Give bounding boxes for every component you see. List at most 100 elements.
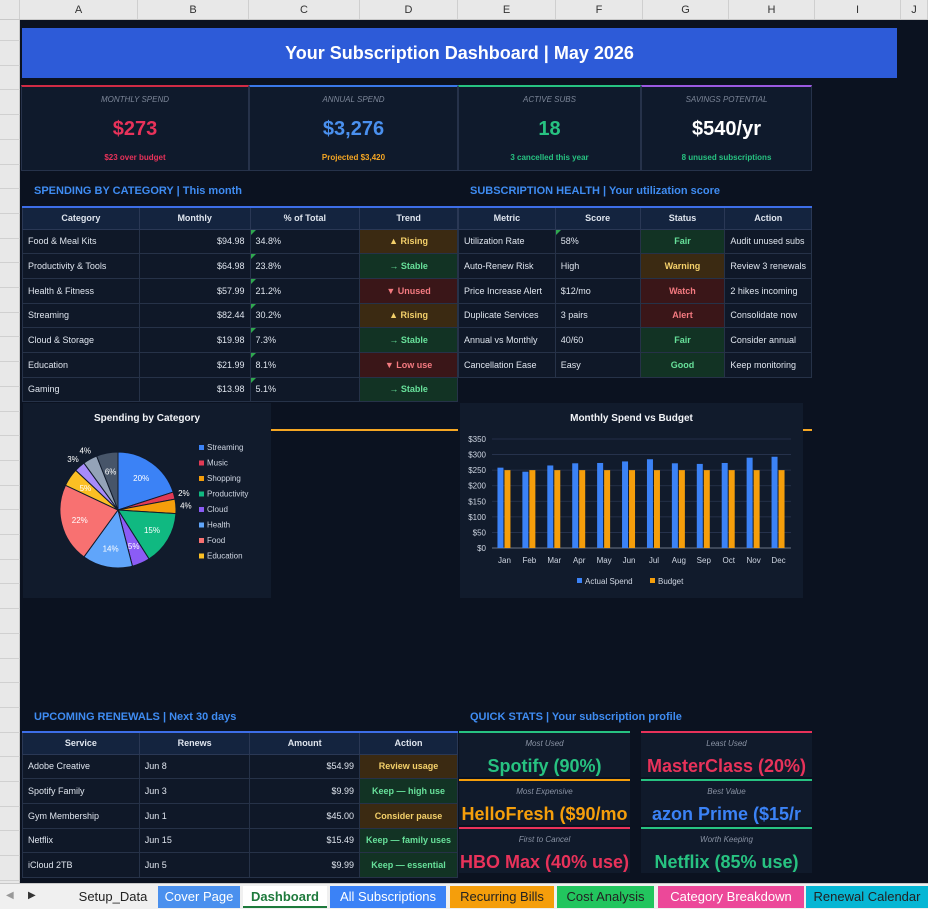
score-cell[interactable]: Easy bbox=[554, 351, 641, 378]
pie-data-label: 4% bbox=[79, 446, 91, 455]
action-cell[interactable]: Review 3 renewals bbox=[724, 253, 812, 279]
service-cell[interactable]: Adobe Creative bbox=[22, 753, 140, 780]
metric-cell[interactable]: Cancellation Ease bbox=[458, 351, 556, 378]
status-badge[interactable]: Warning bbox=[639, 253, 726, 279]
metric-cell[interactable]: Auto-Renew Risk bbox=[458, 253, 556, 279]
column-header[interactable]: B bbox=[138, 0, 249, 19]
column-header[interactable]: J bbox=[901, 0, 928, 19]
sheet-tab[interactable]: Category Breakdown bbox=[658, 886, 804, 908]
amount-cell[interactable]: $9.99 bbox=[249, 778, 360, 804]
column-header[interactable]: H bbox=[729, 0, 815, 19]
status-badge[interactable]: Fair bbox=[639, 228, 726, 255]
trend-badge[interactable]: → Stable bbox=[359, 376, 458, 403]
action-cell[interactable]: Audit unused subs bbox=[724, 228, 812, 255]
column-header[interactable]: E bbox=[458, 0, 556, 19]
trend-badge[interactable]: ▼ Unused bbox=[359, 277, 458, 304]
monthly-cell[interactable]: $19.98 bbox=[138, 327, 251, 353]
metric-cell[interactable]: Annual vs Monthly bbox=[458, 327, 556, 353]
column-header[interactable]: G bbox=[643, 0, 729, 19]
status-badge[interactable]: Alert bbox=[639, 302, 726, 329]
action-badge[interactable]: Consider pause bbox=[358, 802, 459, 829]
sheet-tab[interactable]: Dashboard bbox=[243, 886, 327, 908]
amount-cell[interactable]: $9.99 bbox=[249, 852, 360, 878]
scroll-right-icon[interactable]: ▶ bbox=[28, 890, 36, 901]
score-cell[interactable]: $12/mo bbox=[554, 277, 641, 304]
category-name-cell[interactable]: Education bbox=[22, 351, 140, 378]
action-badge[interactable]: Keep — family uses bbox=[358, 827, 459, 854]
percent-cell[interactable]: 30.2% bbox=[249, 302, 361, 329]
metric-cell[interactable]: Utilization Rate bbox=[458, 228, 556, 255]
status-badge[interactable]: Good bbox=[639, 351, 726, 378]
bar bbox=[646, 459, 653, 548]
renews-cell[interactable]: Jun 1 bbox=[138, 802, 251, 829]
monthly-cell[interactable]: $13.98 bbox=[138, 376, 251, 403]
percent-cell[interactable]: 7.3% bbox=[249, 327, 361, 353]
monthly-cell[interactable]: $21.99 bbox=[138, 351, 251, 378]
score-cell[interactable]: High bbox=[554, 253, 641, 279]
metric-cell[interactable]: Price Increase Alert bbox=[458, 277, 556, 304]
quick-stat-label: Most Expensive bbox=[516, 787, 573, 796]
percent-cell[interactable]: 5.1% bbox=[249, 376, 361, 403]
monthly-cell[interactable]: $57.99 bbox=[138, 277, 251, 304]
trend-badge[interactable]: → Stable bbox=[359, 253, 458, 279]
amount-cell[interactable]: $15.49 bbox=[249, 827, 360, 854]
x-tick-label: Nov bbox=[747, 556, 761, 565]
renews-cell[interactable]: Jun 15 bbox=[138, 827, 251, 854]
category-name-cell[interactable]: Food & Meal Kits bbox=[22, 228, 140, 255]
action-cell[interactable]: Keep monitoring bbox=[724, 351, 812, 378]
action-cell[interactable]: 2 hikes incoming bbox=[724, 277, 812, 304]
column-header[interactable]: A bbox=[20, 0, 138, 19]
score-cell[interactable]: 40/60 bbox=[554, 327, 641, 353]
percent-cell[interactable]: 34.8% bbox=[249, 228, 361, 255]
amount-cell[interactable]: $45.00 bbox=[249, 802, 360, 829]
service-cell[interactable]: Netflix bbox=[22, 827, 140, 854]
column-header[interactable]: D bbox=[360, 0, 458, 19]
category-name-cell[interactable]: Streaming bbox=[22, 302, 140, 329]
action-badge[interactable]: Keep — essential bbox=[358, 852, 459, 878]
category-name-cell[interactable]: Cloud & Storage bbox=[22, 327, 140, 353]
category-name-cell[interactable]: Gaming bbox=[22, 376, 140, 403]
sheet-tab[interactable]: Cover Page bbox=[158, 886, 240, 908]
sheet-tab[interactable]: Cost Analysis bbox=[557, 886, 654, 908]
trend-badge[interactable]: ▼ Low use bbox=[359, 351, 458, 378]
monthly-cell[interactable]: $64.98 bbox=[138, 253, 251, 279]
column-header: Action bbox=[358, 731, 459, 755]
service-cell[interactable]: Spotify Family bbox=[22, 778, 140, 804]
column-header[interactable]: C bbox=[249, 0, 360, 19]
pie-data-label: 20% bbox=[133, 474, 149, 483]
score-cell[interactable]: 58% bbox=[554, 228, 641, 255]
action-badge[interactable]: Keep — high use bbox=[358, 778, 459, 804]
service-cell[interactable]: Gym Membership bbox=[22, 802, 140, 829]
sheet-tab[interactable]: All Subscriptions bbox=[330, 886, 446, 908]
service-cell[interactable]: iCloud 2TB bbox=[22, 852, 140, 878]
percent-cell[interactable]: 23.8% bbox=[249, 253, 361, 279]
renews-cell[interactable]: Jun 8 bbox=[138, 753, 251, 780]
action-badge[interactable]: Review usage bbox=[358, 753, 459, 780]
category-name-cell[interactable]: Productivity & Tools bbox=[22, 253, 140, 279]
monthly-cell[interactable]: $94.98 bbox=[138, 228, 251, 255]
sheet-tab[interactable]: Setup_Data bbox=[70, 886, 156, 908]
amount-cell[interactable]: $54.99 bbox=[249, 753, 360, 780]
status-badge[interactable]: Watch bbox=[639, 277, 726, 304]
category-name-cell[interactable]: Health & Fitness bbox=[22, 277, 140, 304]
x-tick-label: Jun bbox=[623, 556, 636, 565]
bar bbox=[671, 463, 678, 548]
column-header[interactable]: F bbox=[556, 0, 643, 19]
action-cell[interactable]: Consider annual bbox=[724, 327, 812, 353]
scroll-left-icon[interactable]: ◀ bbox=[6, 890, 14, 901]
renews-cell[interactable]: Jun 5 bbox=[138, 852, 251, 878]
sheet-tab[interactable]: Renewal Calendar bbox=[806, 886, 928, 908]
action-cell[interactable]: Consolidate now bbox=[724, 302, 812, 329]
renews-cell[interactable]: Jun 3 bbox=[138, 778, 251, 804]
sheet-tab[interactable]: Recurring Bills bbox=[450, 886, 554, 908]
score-cell[interactable]: 3 pairs bbox=[554, 302, 641, 329]
percent-cell[interactable]: 21.2% bbox=[249, 277, 361, 304]
trend-badge[interactable]: ▲ Rising bbox=[359, 228, 458, 255]
percent-cell[interactable]: 8.1% bbox=[249, 351, 361, 378]
trend-badge[interactable]: → Stable bbox=[359, 327, 458, 353]
column-header[interactable]: I bbox=[815, 0, 901, 19]
metric-cell[interactable]: Duplicate Services bbox=[458, 302, 556, 329]
status-badge[interactable]: Fair bbox=[639, 327, 726, 353]
trend-badge[interactable]: ▲ Rising bbox=[359, 302, 458, 329]
monthly-cell[interactable]: $82.44 bbox=[138, 302, 251, 329]
